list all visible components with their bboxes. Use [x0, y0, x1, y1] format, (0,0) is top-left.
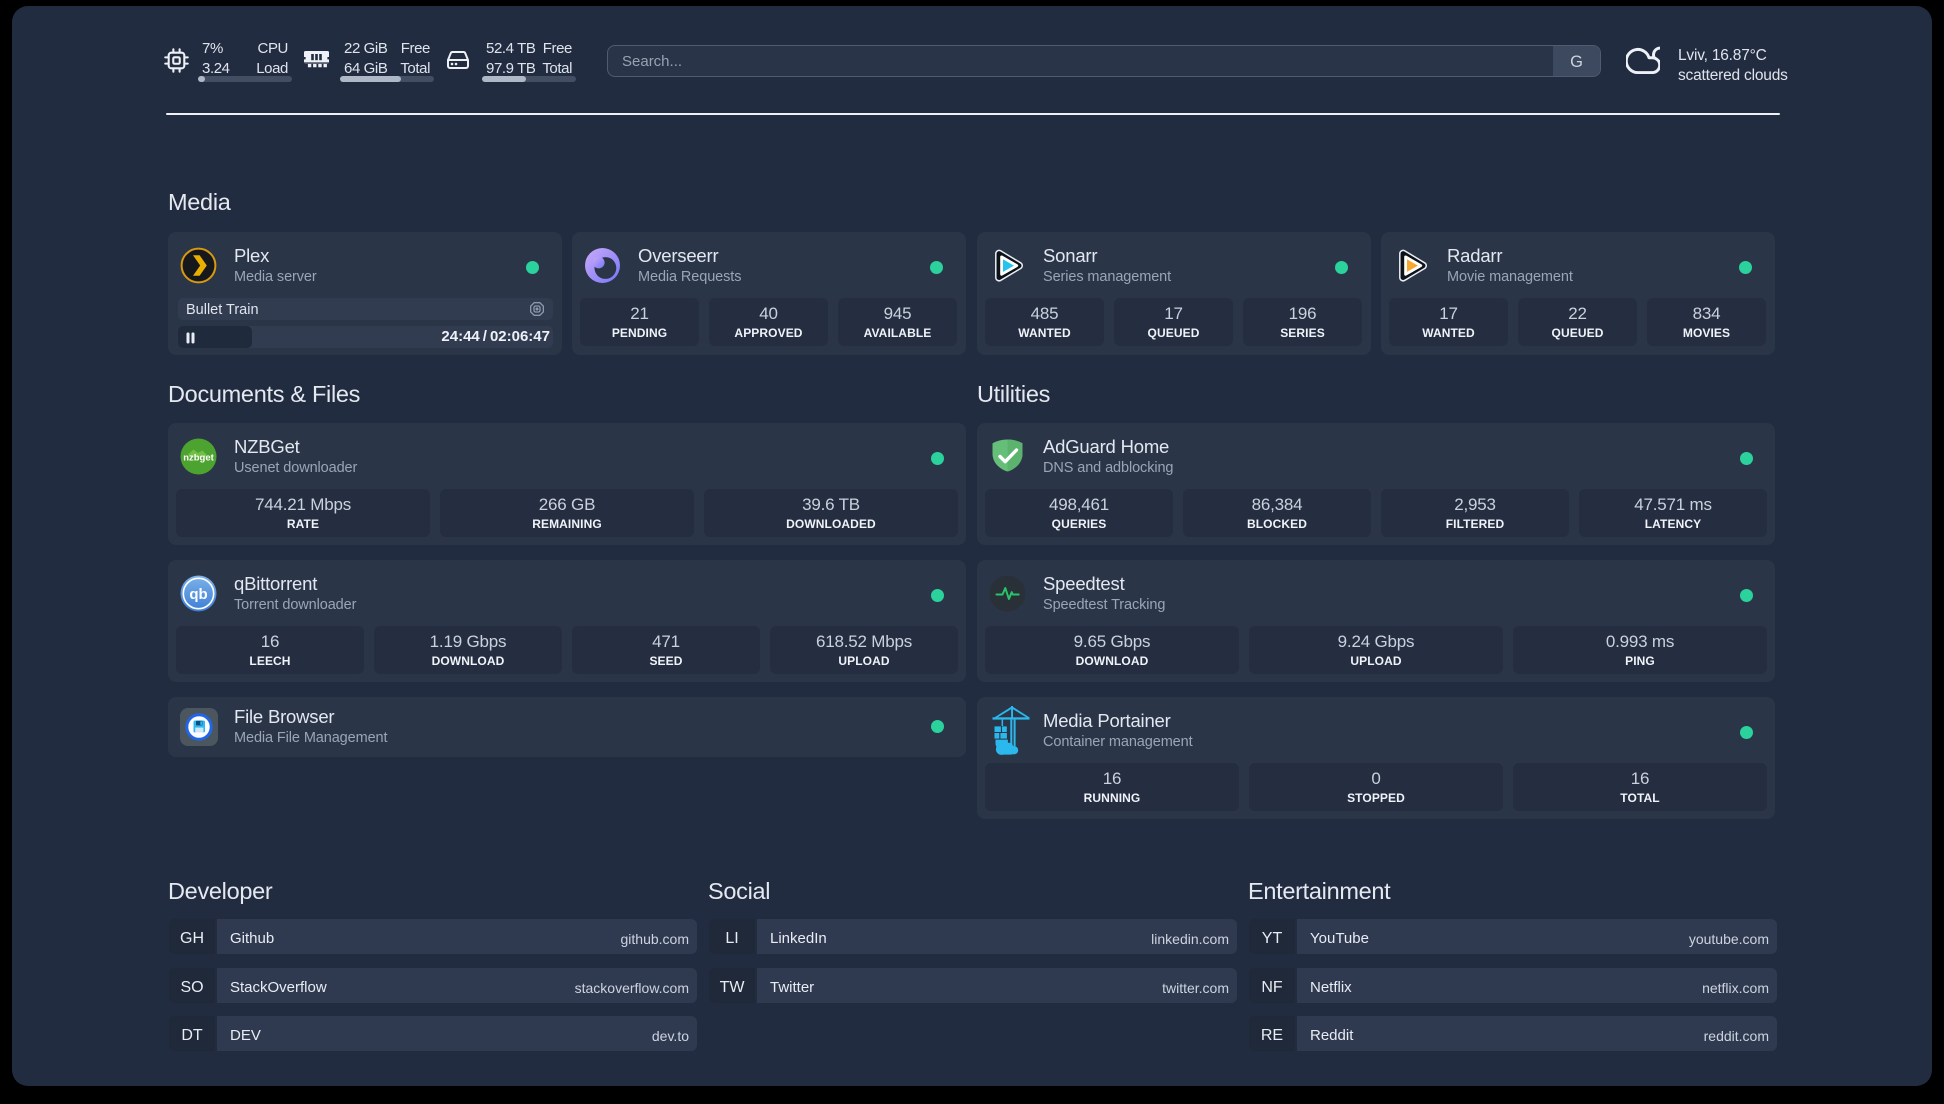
- svg-text:qb: qb: [189, 586, 207, 603]
- svg-text:nzbget: nzbget: [183, 453, 214, 464]
